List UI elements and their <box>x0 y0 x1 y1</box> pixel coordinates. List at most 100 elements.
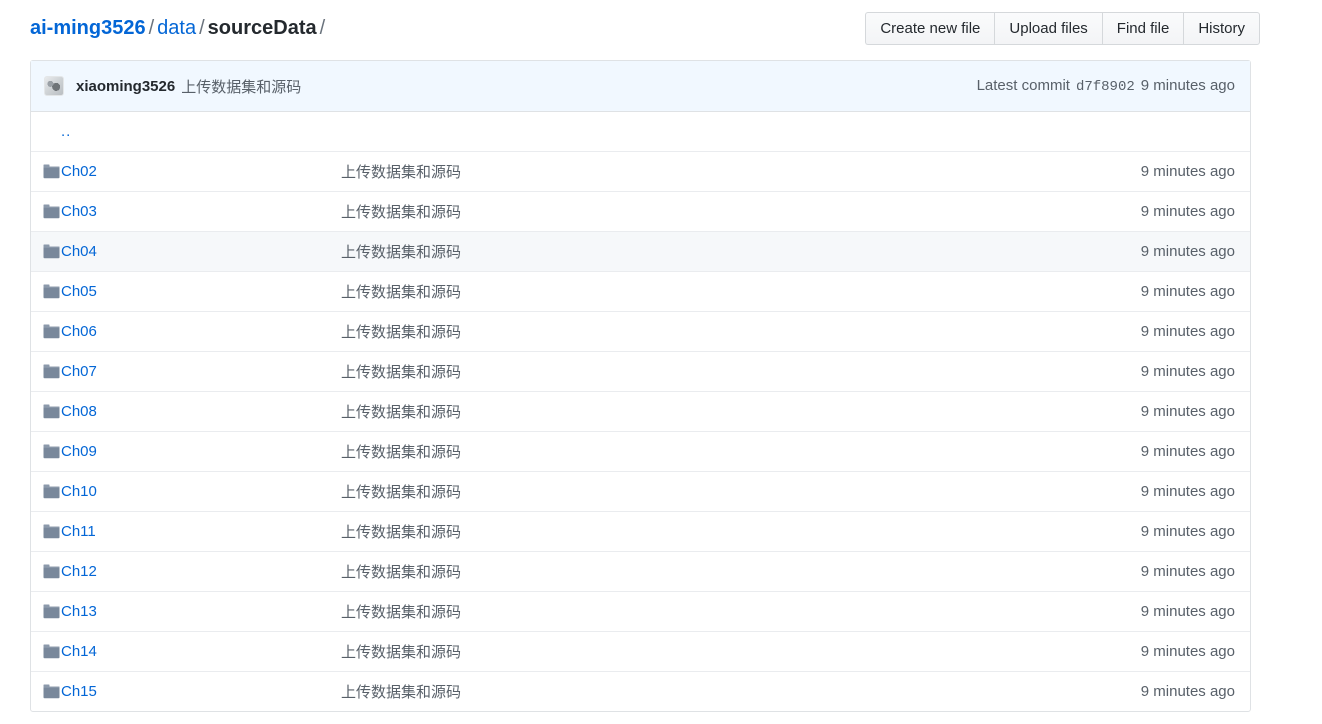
folder-icon <box>31 244 61 259</box>
commit-age: 9 minutes ago <box>1140 77 1235 94</box>
table-row[interactable]: Ch06 上传数据集和源码 9 minutes ago <box>31 311 1250 351</box>
file-age: 9 minutes ago <box>1140 243 1235 260</box>
folder-icon <box>31 484 61 499</box>
file-commit-message[interactable]: 上传数据集和源码 <box>301 641 1050 662</box>
table-row[interactable]: Ch07 上传数据集和源码 9 minutes ago <box>31 351 1250 391</box>
history-button[interactable]: History <box>1183 12 1260 45</box>
file-name-cell[interactable]: Ch04 <box>61 243 301 260</box>
file-name-link[interactable]: Ch11 <box>61 523 96 540</box>
folder-icon <box>31 644 61 659</box>
commit-author-name[interactable]: xiaoming3526 <box>76 78 175 95</box>
file-name-cell[interactable]: Ch07 <box>61 363 301 380</box>
file-name-link[interactable]: Ch15 <box>61 683 97 700</box>
table-row[interactable]: Ch05 上传数据集和源码 9 minutes ago <box>31 271 1250 311</box>
folder-icon <box>31 164 61 179</box>
upload-files-button[interactable]: Upload files <box>994 12 1102 45</box>
file-age: 9 minutes ago <box>1140 163 1235 180</box>
file-age: 9 minutes ago <box>1140 483 1235 500</box>
file-name-cell[interactable]: Ch09 <box>61 443 301 460</box>
table-row[interactable]: Ch11 上传数据集和源码 9 minutes ago <box>31 511 1250 551</box>
folder-icon <box>31 524 61 539</box>
folder-icon <box>31 364 61 379</box>
file-age: 9 minutes ago <box>1140 283 1235 300</box>
file-age: 9 minutes ago <box>1140 683 1235 700</box>
file-commit-message[interactable]: 上传数据集和源码 <box>301 201 1050 222</box>
file-listing-box: xiaoming3526 上传数据集和源码 Latest commit d7f8… <box>30 60 1251 712</box>
table-row[interactable]: Ch03 上传数据集和源码 9 minutes ago <box>31 191 1250 231</box>
file-commit-message[interactable]: 上传数据集和源码 <box>301 401 1050 422</box>
file-name-cell[interactable]: Ch15 <box>61 683 301 700</box>
file-name-cell[interactable]: Ch03 <box>61 203 301 220</box>
file-name-link[interactable]: Ch06 <box>61 323 97 340</box>
parent-directory-link[interactable]: .. <box>61 123 71 140</box>
file-name-cell[interactable]: Ch05 <box>61 283 301 300</box>
file-age: 9 minutes ago <box>1140 563 1235 580</box>
file-commit-message[interactable]: 上传数据集和源码 <box>301 601 1050 622</box>
table-row[interactable]: Ch09 上传数据集和源码 9 minutes ago <box>31 431 1250 471</box>
file-name-link[interactable]: Ch12 <box>61 563 97 580</box>
parent-directory-link-cell[interactable]: .. <box>61 123 301 140</box>
commit-sha[interactable]: d7f8902 <box>1076 79 1135 95</box>
breadcrumb-separator-1: / <box>148 17 155 39</box>
parent-directory-row[interactable]: .. <box>31 112 1250 151</box>
file-name-link[interactable]: Ch13 <box>61 603 97 620</box>
page-header: ai-ming3526/data / sourceData / Create new … <box>0 0 1322 56</box>
file-name-link[interactable]: Ch03 <box>61 203 97 220</box>
file-commit-message[interactable]: 上传数据集和源码 <box>301 161 1050 182</box>
file-name-link[interactable]: Ch02 <box>61 163 97 180</box>
breadcrumb: ai-ming3526/data / sourceData / <box>30 14 328 42</box>
file-name-link[interactable]: Ch07 <box>61 363 97 380</box>
file-commit-message[interactable]: 上传数据集和源码 <box>301 441 1050 462</box>
breadcrumb-owner[interactable]: ai-ming3526 <box>30 17 146 39</box>
table-row[interactable]: Ch08 上传数据集和源码 9 minutes ago <box>31 391 1250 431</box>
table-row[interactable]: Ch15 上传数据集和源码 9 minutes ago <box>31 671 1250 711</box>
repo-file-browser-page: ai-ming3526/data / sourceData / Create new … <box>0 0 1322 724</box>
file-age: 9 minutes ago <box>1140 203 1235 220</box>
file-commit-message[interactable]: 上传数据集和源码 <box>301 681 1050 702</box>
file-name-cell[interactable]: Ch12 <box>61 563 301 580</box>
file-name-link[interactable]: Ch05 <box>61 283 97 300</box>
file-name-cell[interactable]: Ch11 <box>61 523 301 540</box>
user-avatar-icon[interactable] <box>44 76 64 96</box>
file-name-link[interactable]: Ch10 <box>61 483 97 500</box>
folder-icon <box>31 604 61 619</box>
file-name-cell[interactable]: Ch14 <box>61 643 301 660</box>
file-commit-message[interactable]: 上传数据集和源码 <box>301 321 1050 342</box>
file-name-cell[interactable]: Ch10 <box>61 483 301 500</box>
file-name-cell[interactable]: Ch06 <box>61 323 301 340</box>
folder-icon <box>31 564 61 579</box>
folder-icon <box>31 284 61 299</box>
folder-icon <box>31 204 61 219</box>
table-row[interactable]: Ch14 上传数据集和源码 9 minutes ago <box>31 631 1250 671</box>
find-file-button[interactable]: Find file <box>1101 12 1184 45</box>
file-age: 9 minutes ago <box>1140 603 1235 620</box>
file-commit-message[interactable]: 上传数据集和源码 <box>301 281 1050 302</box>
table-row[interactable]: Ch12 上传数据集和源码 9 minutes ago <box>31 551 1250 591</box>
folder-icon <box>31 444 61 459</box>
table-row[interactable]: Ch02 上传数据集和源码 9 minutes ago <box>31 151 1250 191</box>
file-name-cell[interactable]: Ch08 <box>61 403 301 420</box>
file-commit-message[interactable]: 上传数据集和源码 <box>301 521 1050 542</box>
file-name-cell[interactable]: Ch13 <box>61 603 301 620</box>
file-name-link[interactable]: Ch04 <box>61 243 97 260</box>
file-name-link[interactable]: Ch14 <box>61 643 97 660</box>
table-row[interactable]: Ch04 上传数据集和源码 9 minutes ago <box>31 231 1250 271</box>
file-age: 9 minutes ago <box>1140 403 1235 420</box>
latest-commit-info: Latest commit d7f8902 9 minutes ago <box>977 77 1235 95</box>
file-age: 9 minutes ago <box>1140 643 1235 660</box>
file-name-link[interactable]: Ch08 <box>61 403 97 420</box>
file-name-cell[interactable]: Ch02 <box>61 163 301 180</box>
file-age: 9 minutes ago <box>1140 323 1235 340</box>
create-new-file-button[interactable]: Create new file <box>865 12 995 45</box>
breadcrumb-separator-3: / <box>319 17 326 39</box>
file-commit-message[interactable]: 上传数据集和源码 <box>301 481 1050 502</box>
file-commit-message[interactable]: 上传数据集和源码 <box>301 241 1050 262</box>
repo-actions-button-group: Create new file Upload files Find file H… <box>865 12 1260 45</box>
commit-message[interactable]: 上传数据集和源码 <box>181 76 301 97</box>
file-name-link[interactable]: Ch09 <box>61 443 97 460</box>
table-row[interactable]: Ch13 上传数据集和源码 9 minutes ago <box>31 591 1250 631</box>
file-commit-message[interactable]: 上传数据集和源码 <box>301 561 1050 582</box>
table-row[interactable]: Ch10 上传数据集和源码 9 minutes ago <box>31 471 1250 511</box>
file-commit-message[interactable]: 上传数据集和源码 <box>301 361 1050 382</box>
breadcrumb-path-data[interactable]: data <box>157 17 196 39</box>
